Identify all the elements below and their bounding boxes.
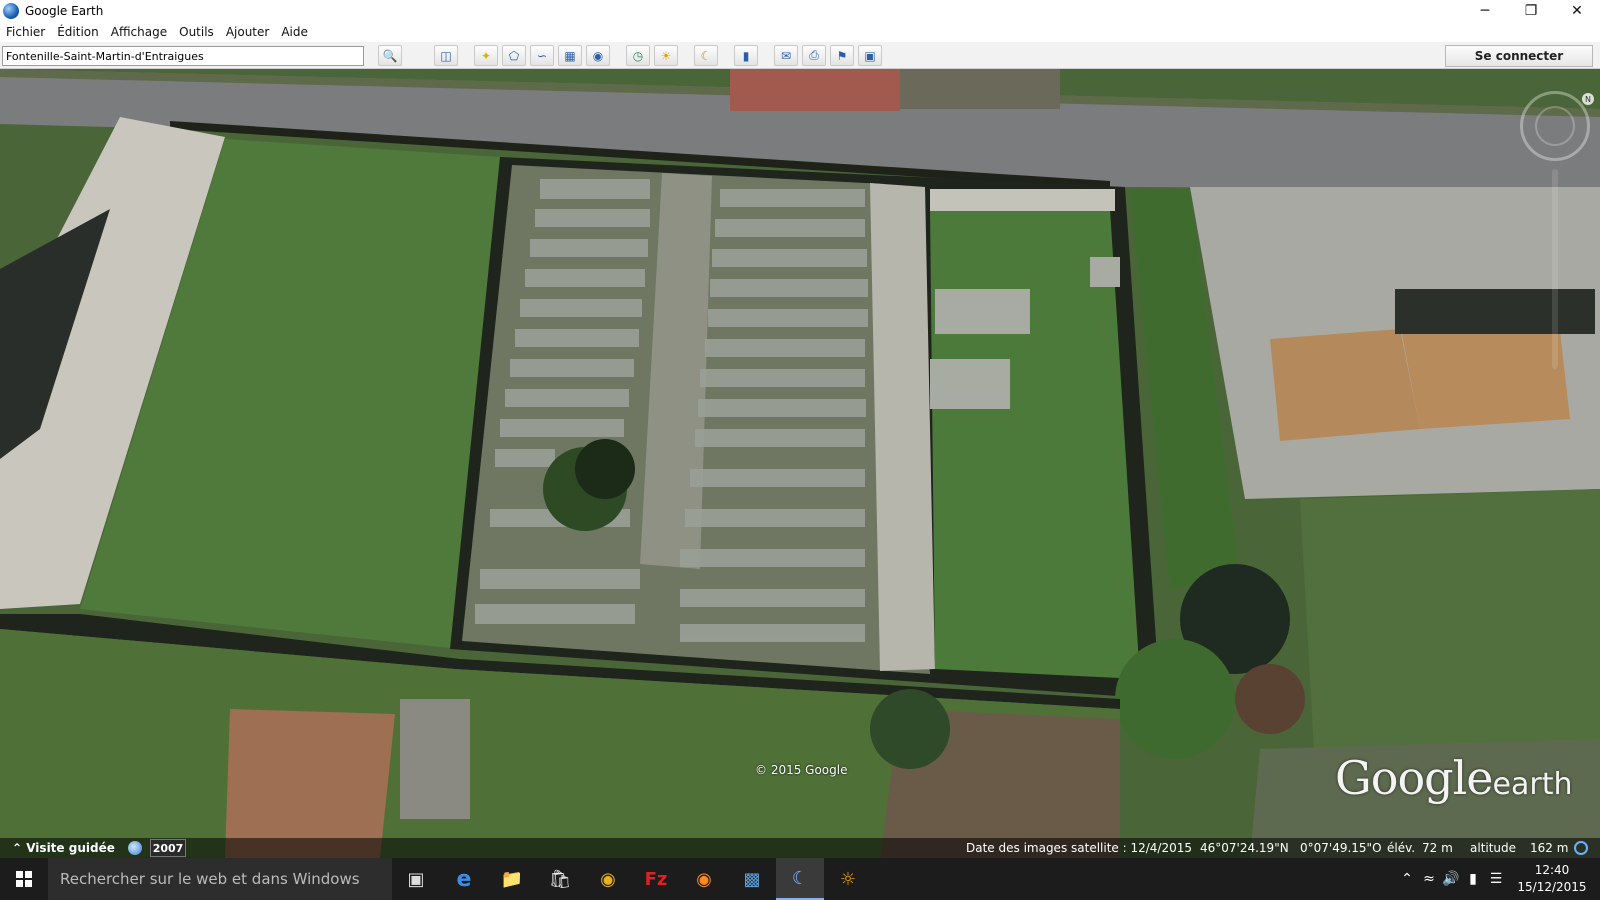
north-compass-icon[interactable]: N (1582, 93, 1594, 105)
maps-icon: ⚑ (836, 48, 848, 63)
image-icon: ▣ (864, 48, 876, 63)
title-bar: Google Earth ─ ❐ ✕ (0, 0, 1600, 22)
copyright-text: © 2015 Google (755, 763, 848, 777)
add-polygon-button[interactable]: ⬠ (502, 45, 526, 66)
windows-taskbar: Rechercher sur le web et dans Windows ▣ … (0, 858, 1600, 900)
ruler-icon: ▮ (742, 48, 750, 63)
menu-edition[interactable]: Édition (51, 25, 105, 39)
altitude-label: altitude (1470, 841, 1517, 855)
taskbar-clock[interactable]: 12:40 15/12/2015 (1516, 862, 1588, 896)
google-earth-taskbar-icon[interactable]: ☾ (776, 858, 824, 900)
google-earth-app-icon (3, 3, 19, 19)
start-button[interactable] (0, 858, 48, 900)
record-tour-button[interactable]: ◉ (586, 45, 610, 66)
ruler-button[interactable]: ▮ (734, 45, 758, 66)
save-image-button[interactable]: ▣ (858, 45, 882, 66)
action-center-icon[interactable]: ☰ (1484, 858, 1508, 900)
windows-logo-icon (16, 871, 32, 887)
volume-icon[interactable]: 🔊 (1440, 858, 1462, 900)
print-button[interactable]: ⎙ (802, 45, 826, 66)
planet-switch-button[interactable]: ☾ (694, 45, 718, 66)
overlay-icon: ▦ (564, 48, 576, 63)
clock-time: 12:40 (1534, 863, 1570, 877)
menu-outils[interactable]: Outils (173, 25, 220, 39)
email-button[interactable]: ✉ (774, 45, 798, 66)
view-in-maps-button[interactable]: ⚑ (830, 45, 854, 66)
altitude-value: 162 m (1530, 841, 1569, 855)
camera-icon: ◉ (592, 48, 604, 63)
latitude-readout: 46°07'24.19"N (1200, 841, 1289, 855)
menu-fichier[interactable]: Fichier (0, 25, 51, 39)
google-earth-window: Google Earth ─ ❐ ✕ Fichier Édition Affic… (0, 0, 1600, 858)
historical-imagery-icon[interactable] (128, 841, 142, 855)
polygon-icon: ⬠ (508, 48, 520, 63)
menu-aide[interactable]: Aide (275, 25, 314, 39)
add-placemark-button[interactable]: ✦ (474, 45, 498, 66)
filezilla-icon[interactable]: Fz (632, 858, 680, 900)
file-explorer-icon[interactable]: 📁 (488, 858, 536, 900)
menu-ajouter[interactable]: Ajouter (220, 25, 276, 39)
chrome-icon[interactable]: ◉ (584, 858, 632, 900)
wifi-icon[interactable]: ≈ (1418, 858, 1440, 900)
search-button[interactable]: 🔍 (378, 45, 402, 66)
sidebar-icon: ◫ (440, 48, 452, 63)
elevation-value: 72 m (1422, 841, 1453, 855)
streaming-indicator-icon (1574, 841, 1588, 855)
clock-date: 15/12/2015 (1517, 880, 1587, 894)
magnifier-icon: 🔍 (382, 48, 398, 63)
store-icon[interactable]: 🛍 (536, 858, 584, 900)
close-button[interactable]: ✕ (1554, 0, 1600, 22)
elevation-label: élév. (1387, 841, 1416, 855)
printer-icon: ⎙ (809, 48, 819, 62)
google-earth-logo: Googleearth (1335, 751, 1573, 805)
connect-button[interactable]: Se connecter (1445, 45, 1593, 67)
menu-affichage[interactable]: Affichage (105, 25, 173, 39)
window-title: Google Earth (25, 4, 104, 18)
search-input[interactable] (2, 46, 364, 66)
planet-icon: ☾ (700, 48, 712, 63)
longitude-readout: 0°07'49.15"O (1300, 841, 1382, 855)
restore-button[interactable]: ❐ (1508, 0, 1554, 22)
move-joystick[interactable] (1535, 106, 1575, 146)
guided-tour-button[interactable]: ⌃ Visite guidée (12, 841, 115, 855)
imagery-year-badge[interactable]: 2007 (150, 839, 186, 857)
task-view-icon[interactable]: ▣ (392, 858, 440, 900)
toolbar: 🔍 ◫ ✦ ⬠ ∽ ▦ ◉ ◷ ☀ ☾ ▮ ✉ ⎙ ⚑ ▣ Se connect… (0, 42, 1600, 69)
status-bar: ⌃ Visite guidée 2007 Date des images sat… (0, 838, 1600, 858)
taskbar-search-placeholder: Rechercher sur le web et dans Windows (60, 870, 360, 888)
add-path-button[interactable]: ∽ (530, 45, 554, 66)
pushpin-icon: ✦ (480, 48, 492, 63)
earth-map-view[interactable]: N © 2015 Google Googleearth (0, 69, 1600, 858)
add-overlay-button[interactable]: ▦ (558, 45, 582, 66)
taskbar-search-box[interactable]: Rechercher sur le web et dans Windows (48, 858, 392, 900)
clock-icon: ◷ (632, 48, 644, 63)
envelope-icon: ✉ (780, 48, 792, 63)
remote-desktop-icon[interactable]: ▩ (728, 858, 776, 900)
menu-bar: Fichier Édition Affichage Outils Ajouter… (0, 22, 1600, 42)
imagery-date: Date des images satellite : 12/4/2015 (966, 841, 1192, 855)
satellite-imagery (0, 69, 1600, 858)
minimize-button[interactable]: ─ (1462, 0, 1508, 22)
show-hidden-icons-chevron-icon[interactable]: ⌃ (1396, 858, 1418, 900)
firefox-icon[interactable]: ◉ (680, 858, 728, 900)
sidebar-toggle-button[interactable]: ◫ (434, 45, 458, 66)
path-icon: ∽ (536, 48, 548, 63)
historical-imagery-button[interactable]: ◷ (626, 45, 650, 66)
edge-browser-icon[interactable]: e (440, 858, 488, 900)
paint-app-icon[interactable]: ☼ (824, 858, 872, 900)
battery-icon[interactable]: ▮ (1462, 858, 1484, 900)
sun-icon: ☀ (660, 48, 672, 63)
sunlight-button[interactable]: ☀ (654, 45, 678, 66)
zoom-slider[interactable] (1552, 169, 1558, 369)
